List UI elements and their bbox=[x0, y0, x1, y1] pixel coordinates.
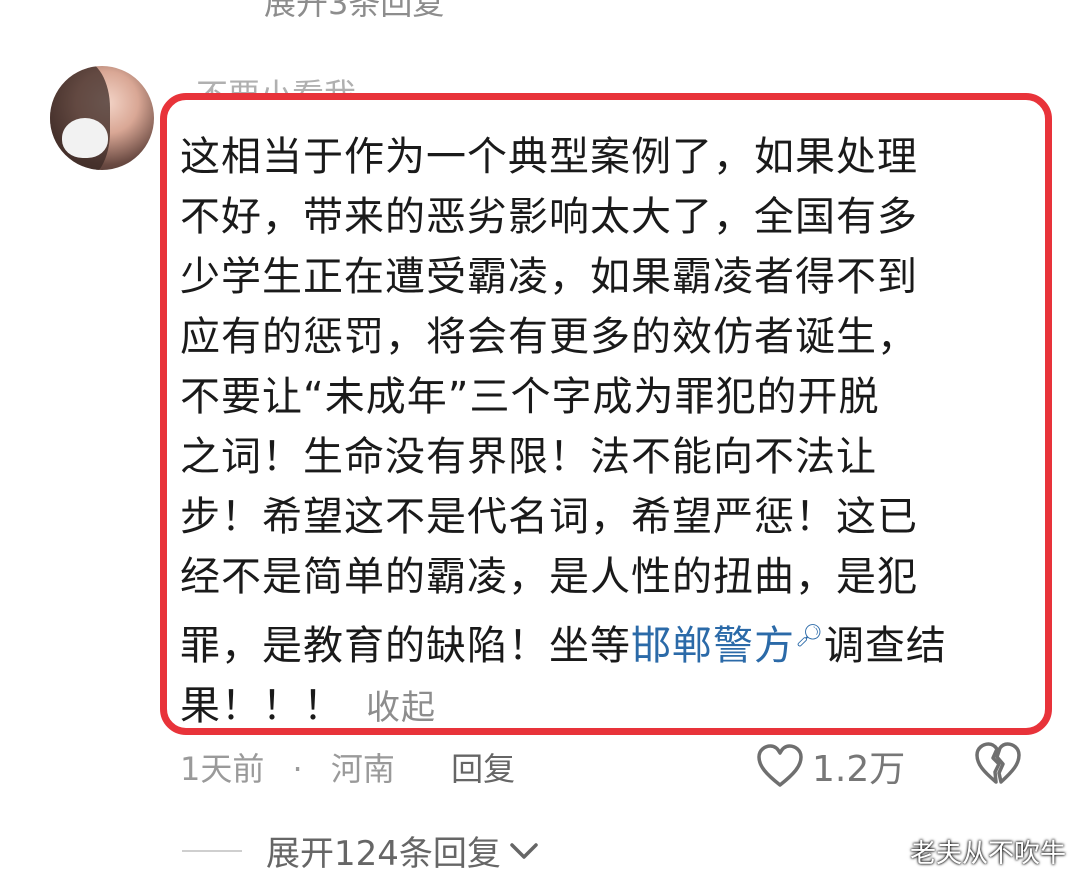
comment-location: 河南 bbox=[330, 750, 395, 788]
like-count: 1.2万 bbox=[812, 749, 906, 790]
search-icon: 🔎︎ bbox=[795, 624, 824, 649]
avatar[interactable] bbox=[50, 66, 154, 170]
expand-previous-replies[interactable]: 展开3条回复 bbox=[264, 0, 444, 24]
comment-meta: 1天前 · 河南 回复 bbox=[180, 744, 515, 790]
avatar-cat bbox=[62, 118, 108, 158]
comment-screen: 展开3条回复 不要小看我 这相当于作为一个典型案例了，如果处理 不好，带来的恶劣… bbox=[0, 0, 1080, 884]
comment-line: 少学生正在遭受霸凌，如果霸凌者得不到 bbox=[180, 254, 918, 300]
comment-text[interactable]: 这相当于作为一个典型案例了，如果处理 不好，带来的恶劣影响太大了，全国有多 少学… bbox=[180, 127, 1020, 738]
search-link-handan-police[interactable]: 邯郸警方🔎︎ bbox=[631, 623, 824, 669]
comment-line: 罪，是教育的缺陷！坐等邯郸警方🔎︎调查结 bbox=[180, 607, 1020, 676]
reply-button[interactable]: 回复 bbox=[451, 750, 515, 788]
comment-line-text: 果！！！ bbox=[180, 683, 344, 729]
watermark: 老夫从不吹牛 bbox=[909, 839, 1066, 869]
comment-line: 应有的惩罚，将会有更多的效仿者诞生， bbox=[180, 314, 918, 360]
expand-replies-label: 展开124条回复 bbox=[266, 834, 501, 874]
comment-line: 经不是简单的霸凌，是人性的扭曲，是犯 bbox=[180, 554, 918, 600]
comment-line: 不好，带来的恶劣影响太大了，全国有多 bbox=[180, 194, 918, 240]
meta-separator: · bbox=[292, 750, 303, 788]
divider-dash bbox=[182, 849, 242, 852]
dislike-button[interactable] bbox=[974, 742, 1022, 790]
heart-icon bbox=[757, 744, 803, 787]
expand-replies-button[interactable]: 展开124条回复 bbox=[182, 826, 539, 875]
comment-line-text: 调查结 bbox=[823, 623, 947, 669]
chevron-down-icon bbox=[510, 842, 538, 859]
comment-line: 之词！生命没有界限！法不能向不法让 bbox=[180, 434, 877, 480]
comment-line: 这相当于作为一个典型案例了，如果处理 bbox=[180, 134, 918, 180]
collapse-button[interactable]: 收起 bbox=[366, 688, 436, 728]
comment-time: 1天前 bbox=[180, 750, 265, 788]
comment-line: 果！！！ 收起 bbox=[180, 676, 1020, 738]
comment-line-text: 罪，是教育的缺陷！坐等 bbox=[180, 623, 631, 669]
broken-heart-icon bbox=[975, 742, 1021, 784]
comment-line: 不要让“未成年”三个字成为罪犯的开脱 bbox=[180, 374, 880, 420]
comment-line: 步！希望这不是代名词，希望严惩！这已 bbox=[180, 494, 918, 540]
search-link-label: 邯郸警方 bbox=[631, 623, 795, 669]
like-button[interactable]: 1.2万 bbox=[756, 740, 905, 792]
